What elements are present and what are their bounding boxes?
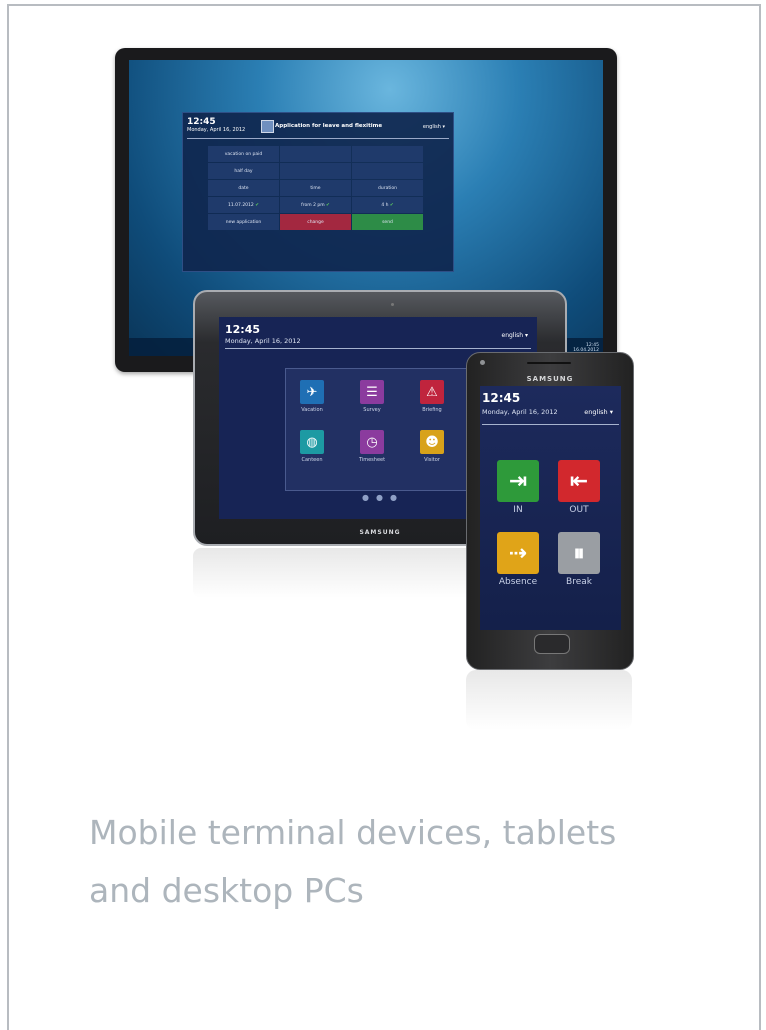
time-value[interactable]: from 2 pm ✔	[280, 197, 351, 213]
camera-icon	[480, 360, 485, 365]
pause-icon: ⏸	[573, 540, 585, 566]
page-indicator[interactable]: ●●●	[362, 493, 404, 502]
check-icon: ✔	[389, 202, 394, 208]
application-icon	[261, 120, 274, 133]
change-button[interactable]: change	[280, 214, 351, 230]
absence-button[interactable]: ⇢	[497, 532, 539, 574]
language-select[interactable]: english ▾	[584, 408, 613, 416]
form-cell	[352, 146, 423, 162]
phone-date: Monday, April 16, 2012	[482, 408, 558, 416]
timesheet-icon[interactable]: ◷	[360, 430, 384, 454]
form-header-row: date time duration	[208, 180, 424, 196]
tile-label-canteen: Canteen	[301, 457, 323, 463]
canteen-icon[interactable]: ◍	[300, 430, 324, 454]
send-button[interactable]: send	[352, 214, 423, 230]
phone-device: SAMSUNG 12:45 Monday, April 16, 2012 eng…	[466, 352, 634, 670]
language-select[interactable]: english ▾	[423, 124, 445, 130]
desktop-date: Monday, April 16, 2012	[187, 127, 246, 133]
warning-icon[interactable]: ⚠	[420, 380, 444, 404]
absence-label: Absence	[498, 577, 538, 587]
phone-reflection	[466, 670, 632, 730]
form-cell	[352, 163, 423, 179]
vacation-icon[interactable]: ✈	[300, 380, 324, 404]
time-header: time	[280, 180, 351, 196]
leave-application-window: 12:45 Monday, April 16, 2012 Application…	[182, 112, 454, 272]
enter-icon: ⇥	[508, 468, 528, 494]
break-label: Break	[566, 577, 592, 587]
desktop-time: 12:45	[187, 117, 216, 127]
clock-out-button[interactable]: ⇤	[558, 460, 600, 502]
form-values-row: 11.07.2012 ✔ from 2 pm ✔ 4 h ✔	[208, 197, 424, 213]
tablet-time: 12:45	[225, 323, 261, 336]
phone-screen: 12:45 Monday, April 16, 2012 english ▾ ⇥…	[480, 386, 621, 630]
exit-icon: ⇤	[569, 468, 589, 494]
product-caption: Mobile terminal devices, tablets and des…	[89, 804, 729, 920]
date-header: date	[208, 180, 279, 196]
header-divider	[225, 348, 531, 349]
caption-line-1: Mobile terminal devices, tablets	[89, 813, 617, 852]
leave-type-cell[interactable]: vacation on paid	[208, 146, 279, 162]
form-cell	[280, 146, 351, 162]
tile-label-vacation: Vacation	[301, 407, 323, 413]
clock-in-label: IN	[513, 505, 523, 515]
visitor-icon[interactable]: ☻	[420, 430, 444, 454]
form-row: vacation on paid	[208, 146, 424, 162]
date-value[interactable]: 11.07.2012 ✔	[208, 197, 279, 213]
speaker-grille	[527, 362, 571, 364]
break-button[interactable]: ⏸	[558, 532, 600, 574]
survey-icon[interactable]: ☰	[360, 380, 384, 404]
phone-brand-logo: SAMSUNG	[526, 375, 574, 383]
app-tile-grid: ✈ Vacation ☰ Survey ⚠ Briefing ◍ Canteen…	[285, 368, 469, 491]
check-icon: ✔	[255, 202, 259, 208]
window-title: Application for leave and flexitime	[275, 123, 383, 129]
header-divider	[482, 424, 619, 425]
duration-header: duration	[352, 180, 423, 196]
tablet-date: Monday, April 16, 2012	[225, 337, 301, 345]
tile-label-briefing: Briefing	[422, 407, 442, 413]
camera-icon	[391, 303, 394, 306]
tile-label-timesheet: Timesheet	[358, 457, 386, 463]
form-cell	[280, 163, 351, 179]
home-button[interactable]	[534, 634, 570, 654]
check-icon: ✔	[326, 202, 330, 208]
caption-line-2: and desktop PCs	[89, 871, 364, 910]
tile-label-visitor: Visitor	[424, 457, 440, 463]
form-actions-row: new application change send	[208, 214, 424, 230]
day-option-cell[interactable]: half day	[208, 163, 279, 179]
leave-form-grid: vacation on paid half day date time dura…	[208, 146, 424, 231]
absence-icon: ⇢	[508, 540, 528, 566]
tile-label-survey: Survey	[363, 407, 381, 413]
clock-out-label: OUT	[569, 505, 589, 515]
duration-value[interactable]: 4 h ✔	[352, 197, 423, 213]
new-application-button[interactable]: new application	[208, 214, 279, 230]
clock-in-button[interactable]: ⇥	[497, 460, 539, 502]
language-select[interactable]: english ▾	[502, 332, 529, 339]
phone-time: 12:45	[482, 391, 521, 405]
header-divider	[187, 138, 449, 139]
form-row: half day	[208, 163, 424, 179]
